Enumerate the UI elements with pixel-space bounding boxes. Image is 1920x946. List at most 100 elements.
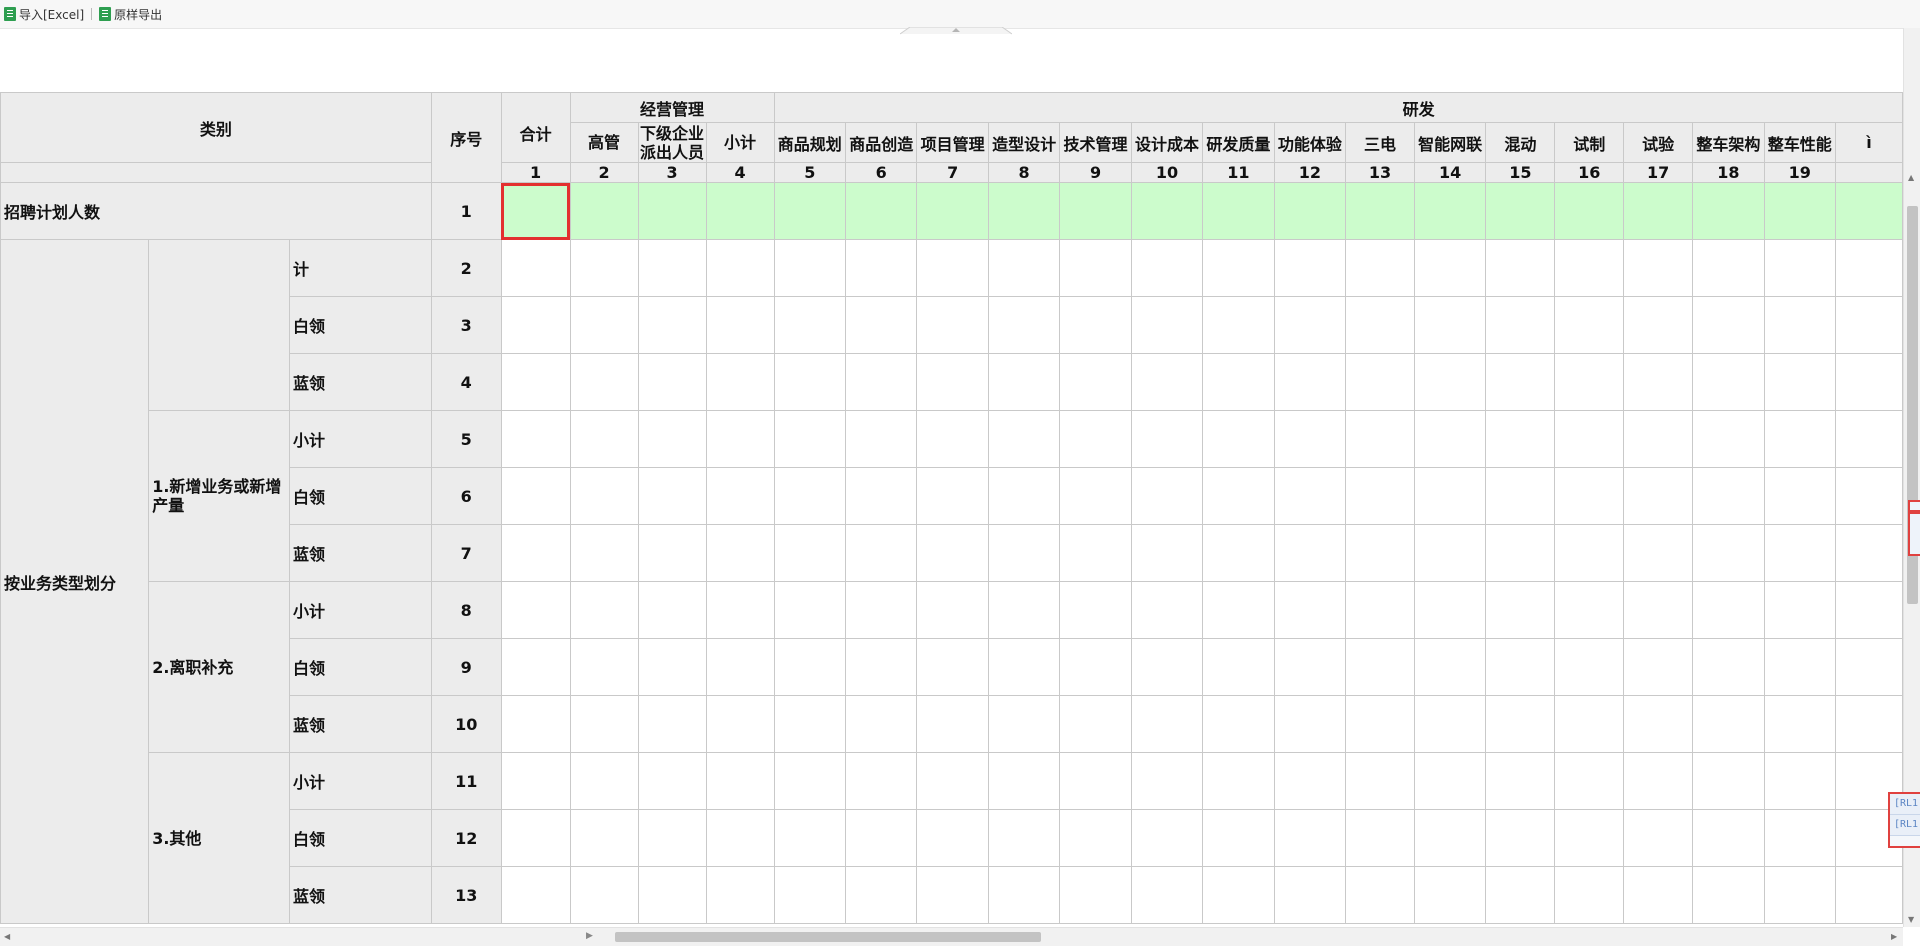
data-cell[interactable] (844, 695, 918, 753)
data-cell[interactable] (1692, 866, 1765, 924)
data-cell[interactable] (987, 866, 1061, 924)
data-cell[interactable] (1202, 410, 1275, 468)
data-cell[interactable] (569, 410, 639, 468)
horizontal-scroll-thumb[interactable] (615, 932, 1041, 942)
data-cell[interactable] (1202, 581, 1275, 639)
data-cell[interactable] (773, 296, 847, 354)
plan-data-cell[interactable] (705, 182, 775, 240)
data-cell[interactable] (569, 239, 639, 297)
data-cell[interactable] (1130, 524, 1204, 582)
data-cell[interactable] (500, 467, 571, 525)
data-cell[interactable] (1345, 239, 1415, 297)
export-original-button[interactable]: 原样导出 (95, 4, 166, 24)
plan-data-cell[interactable] (1554, 182, 1625, 240)
data-cell[interactable] (916, 353, 989, 411)
data-cell[interactable] (1130, 866, 1204, 924)
data-cell[interactable] (1692, 695, 1765, 753)
data-cell[interactable] (916, 296, 989, 354)
data-cell[interactable] (1554, 638, 1625, 696)
data-cell[interactable] (987, 752, 1061, 810)
data-cell[interactable] (1202, 467, 1275, 525)
data-cell[interactable] (844, 581, 918, 639)
plan-data-cell[interactable] (1835, 182, 1903, 240)
data-cell[interactable] (1835, 866, 1903, 924)
data-cell[interactable] (1413, 524, 1487, 582)
data-cell[interactable] (1692, 524, 1765, 582)
data-cell[interactable] (916, 866, 989, 924)
data-cell[interactable] (1059, 467, 1132, 525)
data-cell[interactable] (637, 296, 707, 354)
scroll-down-arrow-icon[interactable]: ▼ (1908, 916, 1914, 924)
data-cell[interactable] (844, 296, 918, 354)
data-cell[interactable] (773, 695, 847, 753)
data-cell[interactable] (1485, 638, 1556, 696)
data-cell[interactable] (500, 296, 571, 354)
data-cell[interactable] (1554, 296, 1625, 354)
data-cell[interactable] (987, 638, 1061, 696)
data-cell[interactable] (705, 353, 775, 411)
data-cell[interactable] (637, 467, 707, 525)
data-cell[interactable] (1692, 581, 1765, 639)
data-cell[interactable] (1202, 239, 1275, 297)
scroll-left-arrow-icon[interactable]: ◀ (4, 933, 10, 941)
data-cell[interactable] (1413, 353, 1487, 411)
data-cell[interactable] (1835, 638, 1903, 696)
data-cell[interactable] (1623, 467, 1694, 525)
data-cell[interactable] (1130, 809, 1204, 867)
data-cell[interactable] (1130, 752, 1204, 810)
data-cell[interactable] (705, 809, 775, 867)
data-cell[interactable] (1692, 410, 1765, 468)
data-cell[interactable] (1130, 581, 1204, 639)
data-cell[interactable] (637, 239, 707, 297)
data-cell[interactable] (1413, 866, 1487, 924)
data-cell[interactable] (1485, 410, 1556, 468)
data-cell[interactable] (1273, 695, 1347, 753)
data-cell[interactable] (705, 752, 775, 810)
data-cell[interactable] (637, 581, 707, 639)
data-cell[interactable] (705, 638, 775, 696)
data-cell[interactable] (1763, 467, 1837, 525)
data-cell[interactable] (1485, 239, 1556, 297)
horizontal-scrollbar[interactable]: ◀ ▶ ▶ (0, 927, 1903, 946)
data-cell[interactable] (500, 239, 571, 297)
data-cell[interactable] (1273, 239, 1347, 297)
scroll-up-arrow-icon[interactable]: ▲ (1908, 174, 1914, 182)
data-cell[interactable] (705, 296, 775, 354)
plan-data-cell[interactable] (844, 182, 918, 240)
data-cell[interactable] (500, 695, 571, 753)
data-cell[interactable] (569, 524, 639, 582)
data-cell[interactable] (987, 581, 1061, 639)
data-cell[interactable] (1059, 524, 1132, 582)
data-cell[interactable] (844, 809, 918, 867)
plan-data-cell[interactable] (1692, 182, 1765, 240)
plan-data-cell[interactable] (1130, 182, 1204, 240)
collapse-handle[interactable] (900, 27, 1012, 35)
data-cell[interactable] (1202, 296, 1275, 354)
data-cell[interactable] (1130, 296, 1204, 354)
data-cell[interactable] (500, 410, 571, 468)
data-cell[interactable] (1130, 410, 1204, 468)
data-cell[interactable] (1345, 410, 1415, 468)
data-cell[interactable] (1835, 296, 1903, 354)
data-cell[interactable] (1835, 581, 1903, 639)
data-cell[interactable] (1273, 866, 1347, 924)
data-cell[interactable] (1763, 638, 1837, 696)
data-cell[interactable] (1485, 353, 1556, 411)
data-cell[interactable] (569, 581, 639, 639)
data-cell[interactable] (1692, 638, 1765, 696)
side-reference-panel[interactable]: [RL1 [RL1 (1888, 792, 1920, 848)
data-cell[interactable] (1763, 353, 1837, 411)
data-cell[interactable] (705, 524, 775, 582)
data-cell[interactable] (987, 353, 1061, 411)
data-cell[interactable] (1835, 695, 1903, 753)
data-cell[interactable] (773, 524, 847, 582)
data-cell[interactable] (1554, 467, 1625, 525)
plan-total-cell-selected[interactable] (500, 182, 571, 240)
data-cell[interactable] (569, 866, 639, 924)
data-cell[interactable] (1763, 809, 1837, 867)
data-cell[interactable] (844, 752, 918, 810)
data-cell[interactable] (1413, 296, 1487, 354)
data-cell[interactable] (1763, 695, 1837, 753)
data-cell[interactable] (1485, 581, 1556, 639)
scroll-right-arrow-icon[interactable]: ▶ (586, 932, 593, 941)
